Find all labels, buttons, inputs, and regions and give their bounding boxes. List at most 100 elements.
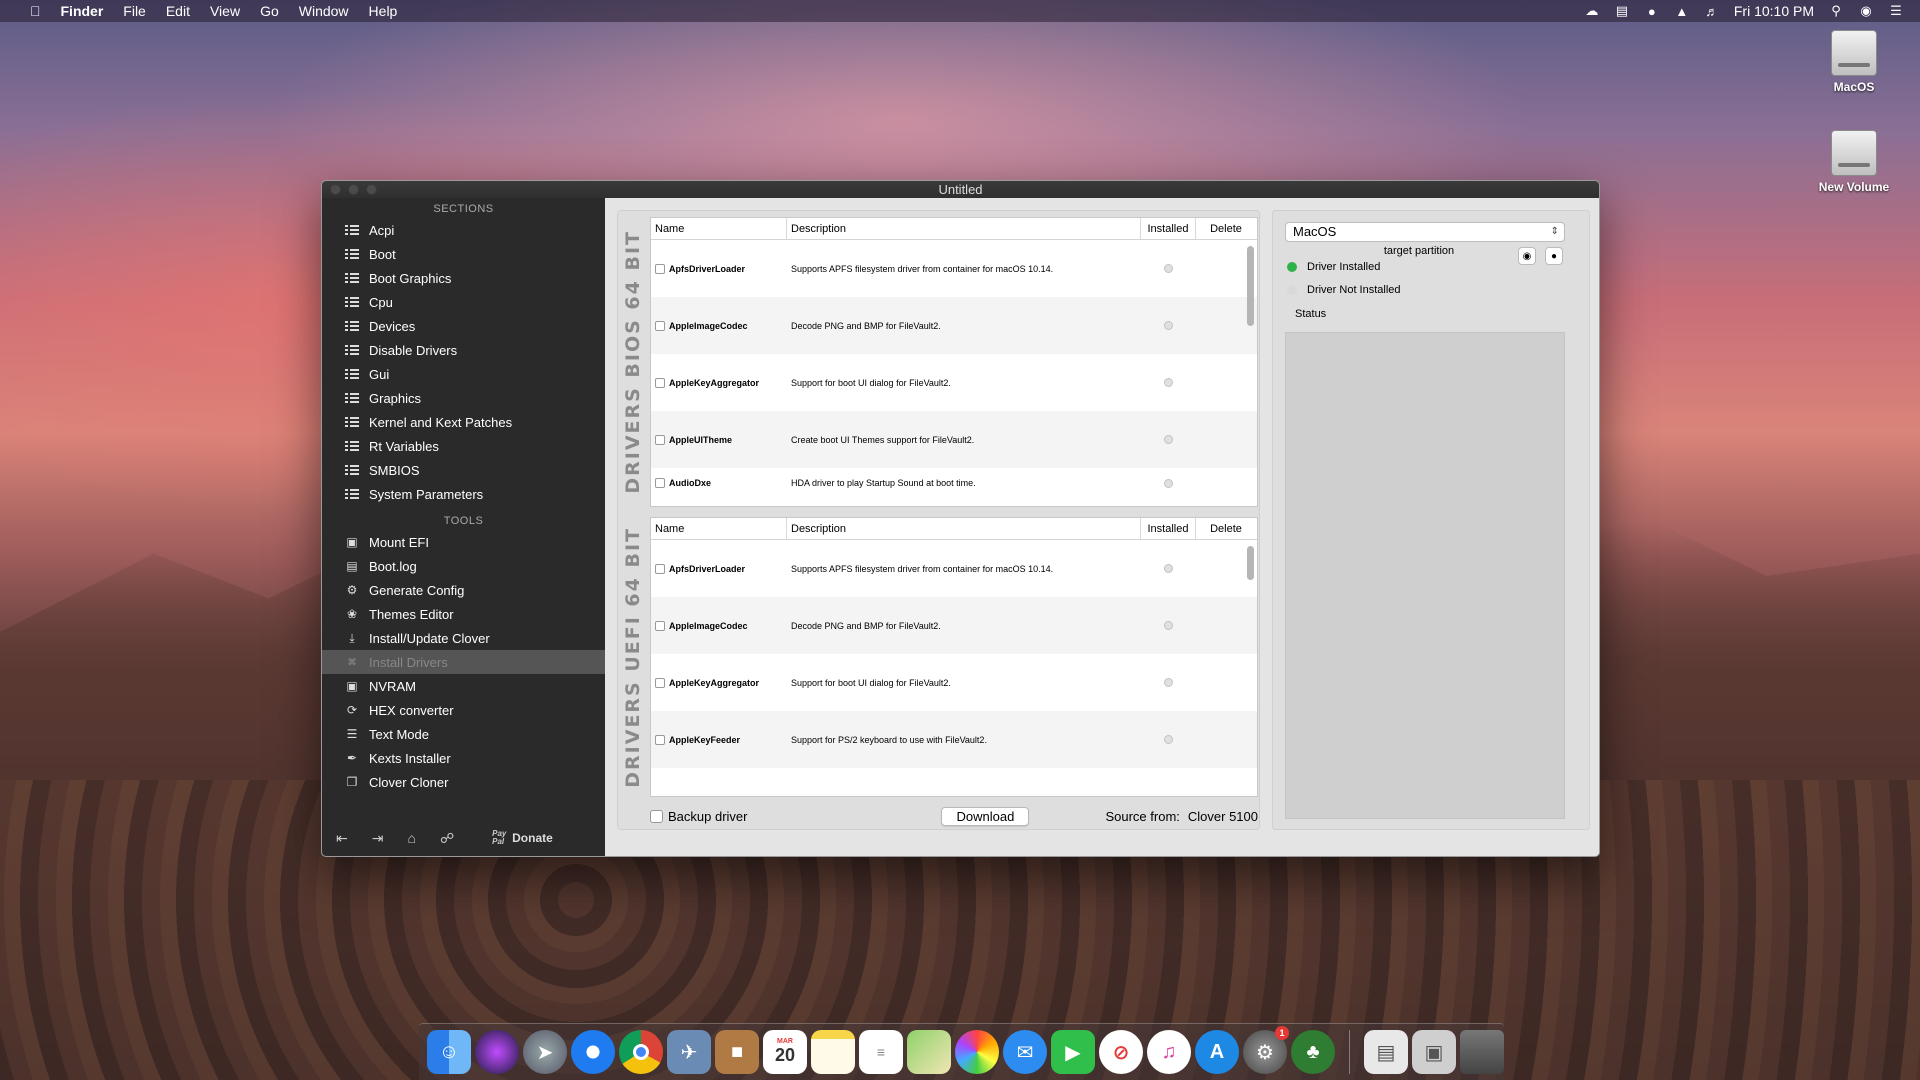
sidebar-item-kexts-installer[interactable]: ✒ Kexts Installer (322, 746, 605, 770)
driver-checkbox[interactable] (655, 620, 665, 631)
backup-driver-checkbox[interactable] (650, 809, 663, 823)
spotlight-search-icon[interactable]: ⚲ (1828, 3, 1844, 18)
status-output[interactable] (1285, 332, 1565, 819)
calendar-icon[interactable]: MAR 20 (763, 1030, 807, 1074)
driver-checkbox[interactable] (655, 563, 665, 574)
sidebar-item-acpi[interactable]: Acpi (322, 218, 605, 242)
sidebar-item-kernel-kext-patches[interactable]: Kernel and Kext Patches (322, 410, 605, 434)
backup-driver-label[interactable]: Backup driver (668, 809, 747, 824)
download-button[interactable]: Download (941, 806, 1030, 826)
menu-view[interactable]: View (200, 3, 250, 19)
menu-file[interactable]: File (113, 3, 156, 19)
sidebar-item-system-parameters[interactable]: System Parameters (322, 482, 605, 506)
siri-icon[interactable]: ◉ (1858, 3, 1874, 18)
column-delete[interactable]: Delete (1196, 518, 1256, 539)
driver-checkbox[interactable] (655, 734, 665, 745)
driver-checkbox[interactable] (655, 377, 665, 388)
table-row[interactable]: AppleKeyFeeder Support for PS/2 keyboard … (651, 711, 1257, 768)
eject-partition-button[interactable]: ● (1545, 247, 1563, 265)
preview-icon[interactable]: ✈ (667, 1030, 711, 1074)
title-bar[interactable]: Untitled (322, 181, 1599, 198)
menu-go[interactable]: Go (250, 3, 289, 19)
desktop-drive-macos[interactable]: MacOS (1799, 30, 1909, 94)
close-button[interactable] (330, 184, 341, 195)
system-preferences-icon[interactable]: ⚙ 1 (1243, 1026, 1289, 1074)
finder-icon[interactable]: ☺ (427, 1030, 471, 1074)
sidebar-item-text-mode[interactable]: ☰ Text Mode (322, 722, 605, 746)
menu-app-finder[interactable]: Finder (51, 3, 114, 19)
notification-center-icon[interactable]: ☰ (1888, 3, 1904, 18)
driver-checkbox[interactable] (655, 434, 665, 445)
sidebar-item-nvram[interactable]: ▣ NVRAM (322, 674, 605, 698)
home-icon[interactable]: ⌂ (407, 830, 415, 846)
sidebar-item-gui[interactable]: Gui (322, 362, 605, 386)
driver-checkbox[interactable] (655, 478, 665, 488)
sidebar-item-disable-drivers[interactable]: Disable Drivers (322, 338, 605, 362)
minimize-button[interactable] (348, 184, 359, 195)
sidebar-item-devices[interactable]: Devices (322, 314, 605, 338)
downloads-stack-icon[interactable]: ▣ (1412, 1030, 1456, 1074)
column-name[interactable]: Name (651, 518, 787, 539)
sidebar-item-boot[interactable]: Boot (322, 242, 605, 266)
donate-button[interactable]: Pay Pal Donate (492, 830, 553, 846)
menu-help[interactable]: Help (359, 3, 408, 19)
mouse-icon[interactable]: ● (1644, 4, 1660, 19)
creative-cloud-icon[interactable]: ☁ (1584, 3, 1600, 18)
table-row[interactable]: AppleUITheme Create boot UI Themes suppor… (651, 411, 1257, 468)
sidebar-item-themes-editor[interactable]: ❀ Themes Editor (322, 602, 605, 626)
uefi-scrollbar[interactable] (1247, 546, 1254, 580)
photos-icon[interactable] (955, 1030, 999, 1074)
sidebar-item-cpu[interactable]: Cpu (322, 290, 605, 314)
chrome-icon[interactable] (619, 1030, 663, 1074)
sidebar-item-boot-log[interactable]: ▤ Boot.log (322, 554, 605, 578)
volume-icon[interactable]: ♬ (1704, 4, 1720, 19)
import-icon[interactable]: ⇤ (336, 830, 348, 847)
column-description[interactable]: Description (787, 518, 1141, 539)
sidebar-item-smbios[interactable]: SMBIOS (322, 458, 605, 482)
export-icon[interactable]: ⇥ (372, 830, 384, 847)
table-row[interactable]: AppleKeyAggregator Support for boot UI di… (651, 354, 1257, 411)
desktop-drive-new-volume[interactable]: New Volume (1799, 130, 1909, 194)
uefi-drivers-table[interactable]: Name Description Installed Delete ApfsDr… (650, 517, 1258, 797)
document-stack-icon[interactable]: ▤ (1364, 1030, 1408, 1074)
contacts-icon[interactable]: ■ (715, 1030, 759, 1074)
sidebar-item-mount-efi[interactable]: ▣ Mount EFI (322, 530, 605, 554)
sidebar-item-install-drivers[interactable]: ✖ Install Drivers (322, 650, 605, 674)
bios-scrollbar[interactable] (1247, 246, 1254, 326)
sidebar-item-install-update-clover[interactable]: ⤓ Install/Update Clover (322, 626, 605, 650)
zoom-button[interactable] (366, 184, 377, 195)
airplay-icon[interactable]: ▲ (1674, 4, 1690, 19)
messages-icon[interactable]: ✉ (1003, 1030, 1047, 1074)
launchpad-icon[interactable]: ➤ (523, 1030, 567, 1074)
column-description[interactable]: Description (787, 218, 1141, 239)
bios-drivers-table[interactable]: Name Description Installed Delete ApfsDr… (650, 217, 1258, 507)
share-icon[interactable]: ☍ (440, 830, 454, 847)
table-row[interactable]: ApfsDriverLoader Supports APFS filesystem… (651, 240, 1257, 297)
reminders-icon[interactable]: ≡ (859, 1030, 903, 1074)
column-name[interactable]: Name (651, 218, 787, 239)
maps-icon[interactable] (907, 1030, 951, 1074)
table-row[interactable]: AppleImageCodec Decode PNG and BMP for Fi… (651, 297, 1257, 354)
menu-window[interactable]: Window (289, 3, 359, 19)
sidebar-item-graphics[interactable]: Graphics (322, 386, 605, 410)
notes-icon[interactable] (811, 1030, 855, 1074)
clover-configurator-icon[interactable]: ♣ (1291, 1030, 1335, 1074)
sidebar-item-boot-graphics[interactable]: Boot Graphics (322, 266, 605, 290)
menu-edit[interactable]: Edit (156, 3, 200, 19)
trash-icon[interactable] (1460, 1030, 1504, 1074)
sidebar-item-rt-variables[interactable]: Rt Variables (322, 434, 605, 458)
driver-checkbox[interactable] (655, 320, 665, 331)
itunes-icon[interactable]: ♫ (1147, 1030, 1191, 1074)
partition-select[interactable]: MacOS ⇕ (1285, 222, 1565, 242)
table-row[interactable]: AppleImageCodec Decode PNG and BMP for Fi… (651, 597, 1257, 654)
app-store-icon[interactable]: A (1195, 1030, 1239, 1074)
sidebar-item-generate-config[interactable]: ⚙ Generate Config (322, 578, 605, 602)
driver-checkbox[interactable] (655, 677, 665, 688)
drives-icon[interactable]: ▤ (1614, 3, 1630, 18)
sidebar-item-clover-cloner[interactable]: ❐ Clover Cloner (322, 770, 605, 794)
table-row[interactable]: AppleKeyAggregator Support for boot UI di… (651, 654, 1257, 711)
mount-partition-button[interactable]: ◉ (1518, 247, 1536, 265)
apple-menu-icon[interactable]:  (20, 3, 51, 19)
facetime-icon[interactable]: ▶ (1051, 1030, 1095, 1074)
sidebar-item-hex-converter[interactable]: ⟳ HEX converter (322, 698, 605, 722)
